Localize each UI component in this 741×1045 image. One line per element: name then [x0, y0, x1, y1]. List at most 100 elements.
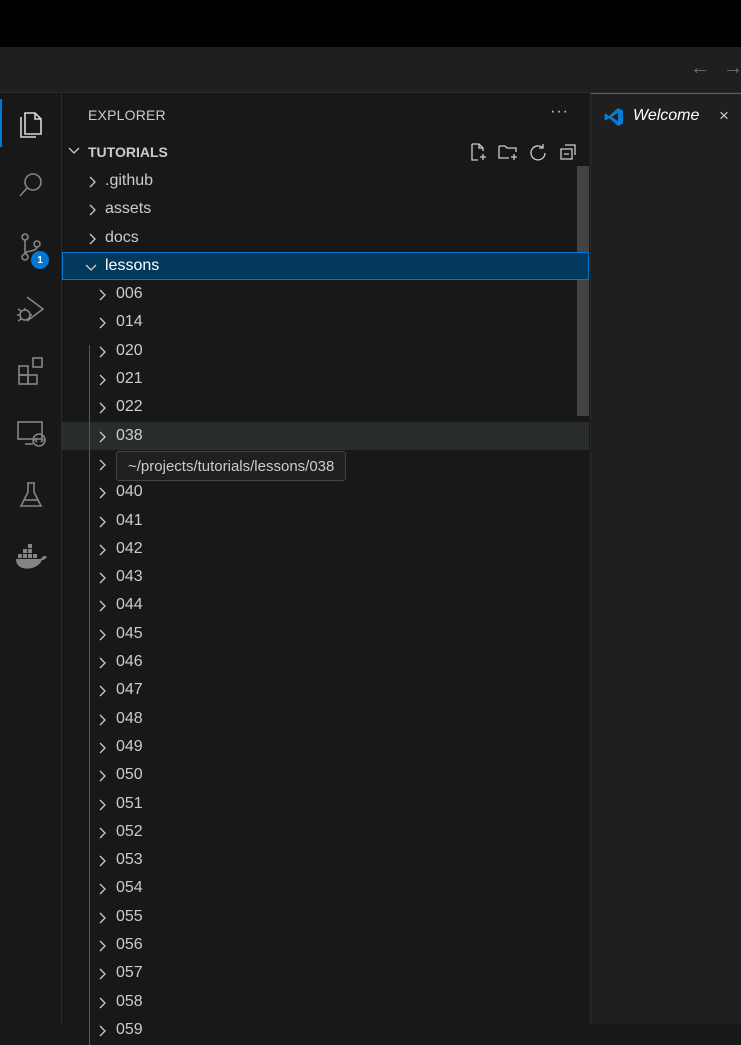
- tree-item-lesson[interactable]: 053: [62, 846, 589, 874]
- tree-item-lesson[interactable]: 050: [62, 761, 589, 789]
- tree-item-lesson[interactable]: 041: [62, 507, 589, 535]
- chevron-right-icon: [97, 316, 109, 334]
- tree-item-label: 055: [116, 907, 143, 925]
- tree-item-lesson[interactable]: 038: [62, 421, 589, 450]
- tree-item-lesson[interactable]: 054: [62, 874, 589, 902]
- tree-item-lesson[interactable]: 040: [62, 478, 589, 506]
- activity-bar: 1: [0, 93, 62, 1024]
- tree-item-lesson[interactable]: 055: [62, 903, 589, 931]
- docker-icon[interactable]: [0, 533, 61, 581]
- chevron-right-icon: [97, 939, 109, 957]
- tree-item-label: docs: [105, 228, 139, 246]
- tree-item-label: 054: [116, 879, 143, 897]
- collapse-all-icon[interactable]: [557, 141, 579, 163]
- scm-badge: 1: [31, 251, 49, 269]
- chevron-down-icon: [67, 144, 81, 163]
- chevron-right-icon: [97, 515, 109, 533]
- search-icon[interactable]: [0, 161, 61, 209]
- tree-item-lesson[interactable]: 043: [62, 563, 589, 591]
- remote-explorer-icon[interactable]: [0, 409, 61, 457]
- tree-item-label: 040: [116, 483, 143, 501]
- chevron-right-icon: [97, 628, 109, 646]
- indent-guide: [89, 345, 90, 1045]
- tab-welcome[interactable]: Welcome ×: [591, 93, 741, 138]
- chevron-right-icon: [97, 401, 109, 419]
- new-folder-icon[interactable]: [497, 141, 519, 163]
- tree-item-label: 050: [116, 766, 143, 784]
- chevron-right-icon: [97, 967, 109, 985]
- tree-item-label: 058: [116, 992, 143, 1010]
- tree-item-lesson[interactable]: 057: [62, 959, 589, 987]
- tree-item-lesson[interactable]: 046: [62, 648, 589, 676]
- refresh-icon[interactable]: [527, 141, 549, 163]
- chevron-right-icon: [97, 854, 109, 872]
- extensions-icon[interactable]: [0, 347, 61, 395]
- tree-item-lesson[interactable]: 056: [62, 931, 589, 959]
- tree-item-lesson[interactable]: 014: [62, 308, 589, 336]
- tree-item-lesson[interactable]: 021: [62, 365, 589, 393]
- tree-item-lesson[interactable]: 042: [62, 535, 589, 563]
- title-bar: [0, 47, 741, 93]
- explorer-sidebar: EXPLORER ··· TUTORIALS .github assets do…: [62, 93, 589, 1045]
- tree-item-label: assets: [105, 200, 152, 218]
- tree-item-lesson[interactable]: 044: [62, 591, 589, 619]
- tree-item-github[interactable]: .github: [62, 167, 589, 195]
- tree-item-label: 006: [116, 285, 143, 303]
- close-icon[interactable]: ×: [719, 106, 729, 126]
- tree-item-lesson[interactable]: 006: [62, 280, 589, 308]
- tree-item-label: 051: [116, 794, 143, 812]
- chevron-right-icon: [87, 232, 99, 250]
- chevron-right-icon: [97, 882, 109, 900]
- new-file-icon[interactable]: [467, 141, 489, 163]
- tree-item-lesson[interactable]: 047: [62, 676, 589, 704]
- tree-item-label: 014: [116, 313, 143, 331]
- window-top-strip: [0, 0, 741, 47]
- testing-icon[interactable]: [0, 471, 61, 519]
- tree-item-lesson[interactable]: 020: [62, 337, 589, 365]
- tree-item-lesson[interactable]: 059: [62, 1016, 589, 1044]
- workspace-section-header[interactable]: TUTORIALS: [62, 141, 589, 163]
- editor-area: Welcome ×: [590, 93, 741, 1024]
- chevron-right-icon: [97, 741, 109, 759]
- chevron-right-icon: [87, 203, 99, 221]
- chevron-right-icon: [97, 571, 109, 589]
- chevron-right-icon: [97, 345, 109, 363]
- tree-item-label: 022: [116, 398, 143, 416]
- tree-item-label: 046: [116, 653, 143, 671]
- tree-item-label: 053: [116, 851, 143, 869]
- chevron-right-icon: [97, 713, 109, 731]
- tree-item-lesson[interactable]: 058: [62, 988, 589, 1016]
- tree-item-label: lessons: [105, 256, 160, 274]
- tree-item-lesson[interactable]: 049: [62, 733, 589, 761]
- tree-item-label: 049: [116, 737, 143, 755]
- tree-item-lesson[interactable]: 051: [62, 790, 589, 818]
- tree-item-lesson[interactable]: 048: [62, 705, 589, 733]
- path-tooltip: ~/projects/tutorials/lessons/038: [116, 451, 347, 481]
- chevron-right-icon: [87, 175, 99, 193]
- tree-item-lesson[interactable]: 022: [62, 393, 589, 421]
- section-actions: [467, 141, 579, 163]
- tree-item-assets[interactable]: assets: [62, 195, 589, 223]
- tree-item-lesson[interactable]: 052: [62, 818, 589, 846]
- tree-item-label: 044: [116, 596, 143, 614]
- chevron-right-icon: [97, 373, 109, 391]
- more-actions-button[interactable]: ···: [550, 103, 569, 121]
- tree-item-lessons[interactable]: lessons: [62, 251, 589, 281]
- chevron-right-icon: [97, 911, 109, 929]
- tree-item-label: 052: [116, 822, 143, 840]
- source-control-icon[interactable]: 1: [0, 223, 61, 271]
- tree-item-docs[interactable]: docs: [62, 224, 589, 252]
- back-arrow-icon[interactable]: ←: [690, 58, 710, 78]
- chevron-right-icon: [97, 599, 109, 617]
- tree-item-label: 048: [116, 709, 143, 727]
- vscode-logo-icon: [604, 107, 624, 132]
- chevron-right-icon: [97, 656, 109, 674]
- chevron-right-icon: [97, 996, 109, 1014]
- forward-arrow-icon[interactable]: →: [723, 58, 741, 78]
- explorer-icon[interactable]: [0, 99, 61, 147]
- tree-item-lesson[interactable]: 045: [62, 620, 589, 648]
- tree-item-label: 041: [116, 511, 143, 529]
- chevron-right-icon: [97, 288, 109, 306]
- file-tree: .github assets docs lessons 006 014 020 021…: [62, 167, 589, 1044]
- run-debug-icon[interactable]: [0, 285, 61, 333]
